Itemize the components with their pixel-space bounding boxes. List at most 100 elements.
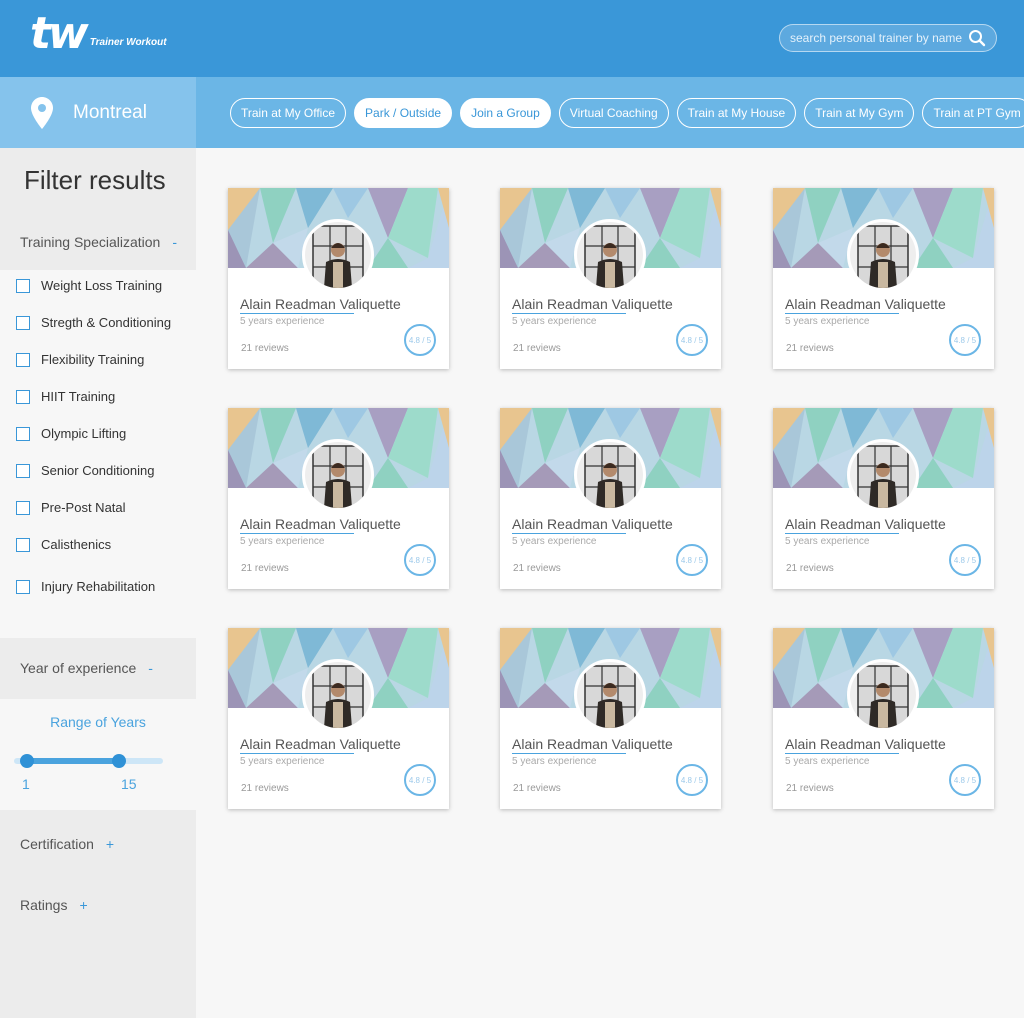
name-underline	[240, 533, 354, 534]
name-underline	[785, 533, 899, 534]
specialization-option[interactable]: Weight Loss Training	[16, 278, 162, 293]
trainer-card[interactable]: Alain Readman Valiquette 5 years experien…	[228, 408, 449, 589]
ratings-toggle[interactable]: +	[79, 897, 87, 913]
chip-join-a-group[interactable]: Join a Group	[460, 98, 551, 128]
trainer-name[interactable]: Alain Readman Valiquette	[785, 516, 946, 532]
range-min-value: 1	[22, 776, 30, 792]
trainer-name[interactable]: Alain Readman Valiquette	[512, 736, 673, 752]
specialization-label: HIIT Training	[41, 389, 116, 404]
specialization-option[interactable]: Olympic Lifting	[16, 426, 126, 441]
trainer-experience: 5 years experience	[512, 536, 597, 547]
ratings-heading: Ratings	[20, 897, 68, 913]
specialization-checkbox[interactable]	[16, 278, 30, 293]
trainer-card[interactable]: Alain Readman Valiquette 5 years experien…	[500, 628, 721, 809]
search-input[interactable]	[790, 31, 968, 45]
range-title: Range of Years	[50, 714, 146, 730]
trainer-card[interactable]: Alain Readman Valiquette 5 years experien…	[773, 408, 994, 589]
name-underline	[512, 533, 626, 534]
experience-header[interactable]: Year of experience -	[0, 658, 196, 678]
name-underline	[785, 753, 899, 754]
trainer-card[interactable]: Alain Readman Valiquette 5 years experien…	[228, 628, 449, 809]
trainer-avatar[interactable]	[847, 659, 919, 731]
range-max-handle[interactable]	[112, 754, 127, 768]
experience-range: Range of Years 1 15	[0, 699, 196, 810]
specialization-option[interactable]: Pre-Post Natal	[16, 500, 126, 515]
name-underline	[240, 753, 354, 754]
trainer-reviews[interactable]: 21 reviews	[786, 343, 834, 354]
trainer-card[interactable]: Alain Readman Valiquette 5 years experien…	[773, 188, 994, 369]
trainer-avatar[interactable]	[574, 659, 646, 731]
logo-text: Trainer Workout	[89, 37, 167, 48]
trainer-card[interactable]: Alain Readman Valiquette 5 years experien…	[500, 408, 721, 589]
specialization-checkbox[interactable]	[16, 389, 30, 404]
trainer-experience: 5 years experience	[785, 316, 870, 327]
trainer-avatar[interactable]	[847, 439, 919, 511]
specialization-checkbox[interactable]	[16, 500, 30, 515]
trainer-experience: 5 years experience	[785, 536, 870, 547]
trainer-avatar[interactable]	[302, 219, 374, 291]
chip-train-at-my-house[interactable]: Train at My House	[676, 98, 797, 128]
location-selector[interactable]: Montreal	[0, 77, 196, 148]
trainer-avatar[interactable]	[847, 219, 919, 291]
chip-train-at-my-office[interactable]: Train at My Office	[230, 98, 347, 128]
trainer-reviews[interactable]: 21 reviews	[241, 783, 289, 794]
trainer-rating-badge: 4.8 / 5	[949, 324, 981, 356]
trainer-name[interactable]: Alain Readman Valiquette	[512, 296, 673, 312]
certification-toggle[interactable]: +	[106, 836, 114, 852]
trainer-reviews[interactable]: 21 reviews	[513, 343, 561, 354]
trainer-rating-badge: 4.8 / 5	[676, 764, 708, 796]
certification-header[interactable]: Certification +	[0, 834, 196, 854]
logo[interactable]: tw Trainer Workout	[30, 12, 167, 56]
specialization-option[interactable]: HIIT Training	[16, 389, 115, 404]
ratings-header[interactable]: Ratings +	[0, 895, 196, 915]
trainer-avatar[interactable]	[574, 219, 646, 291]
trainer-name[interactable]: Alain Readman Valiquette	[240, 736, 401, 752]
trainer-card[interactable]: Alain Readman Valiquette 5 years experien…	[500, 188, 721, 369]
name-underline	[512, 753, 626, 754]
trainer-name[interactable]: Alain Readman Valiquette	[240, 296, 401, 312]
trainer-reviews[interactable]: 21 reviews	[241, 343, 289, 354]
trainer-name[interactable]: Alain Readman Valiquette	[240, 516, 401, 532]
trainer-card[interactable]: Alain Readman Valiquette 5 years experien…	[228, 188, 449, 369]
experience-toggle[interactable]: -	[148, 660, 153, 676]
filter-bar: Montreal Train at My Office Park / Outsid…	[0, 77, 1024, 148]
specialization-option[interactable]: Injury Rehabilitation	[16, 579, 155, 594]
trainer-avatar[interactable]	[574, 439, 646, 511]
specialization-option[interactable]: Stregth & Conditioning	[16, 315, 171, 330]
trainer-name[interactable]: Alain Readman Valiquette	[785, 736, 946, 752]
specialization-checkbox[interactable]	[16, 315, 30, 330]
trainer-avatar[interactable]	[302, 659, 374, 731]
trainer-name[interactable]: Alain Readman Valiquette	[785, 296, 946, 312]
chip-park-outside[interactable]: Park / Outside	[354, 98, 453, 128]
trainer-avatar[interactable]	[302, 439, 374, 511]
specialization-checkbox[interactable]	[16, 463, 30, 478]
range-min-handle[interactable]	[20, 754, 34, 768]
trainer-reviews[interactable]: 21 reviews	[786, 783, 834, 794]
specialization-option[interactable]: Calisthenics	[16, 537, 111, 552]
trainer-reviews[interactable]: 21 reviews	[513, 563, 561, 574]
specialization-label: Olympic Lifting	[41, 426, 127, 441]
specialization-checkbox[interactable]	[16, 426, 30, 441]
location-pin-icon	[31, 96, 53, 129]
search-icon[interactable]	[968, 29, 986, 47]
specialization-checkbox[interactable]	[16, 537, 30, 552]
trainer-reviews[interactable]: 21 reviews	[786, 563, 834, 574]
range-slider-track[interactable]	[14, 754, 163, 768]
specialization-option[interactable]: Senior Conditioning	[16, 463, 154, 478]
name-underline	[512, 313, 626, 314]
trainer-reviews[interactable]: 21 reviews	[241, 563, 289, 574]
trainer-rating-badge: 4.8 / 5	[404, 544, 436, 576]
specialization-checkbox[interactable]	[16, 352, 30, 367]
trainer-name[interactable]: Alain Readman Valiquette	[512, 516, 673, 532]
specialization-checkbox[interactable]	[16, 579, 30, 594]
specialization-label: Senior Conditioning	[41, 463, 155, 478]
chip-train-at-pt-gym[interactable]: Train at PT Gym	[922, 98, 1024, 128]
trainer-card[interactable]: Alain Readman Valiquette 5 years experien…	[773, 628, 994, 809]
specialization-option[interactable]: Flexibility Training	[16, 352, 144, 367]
specialization-toggle[interactable]: -	[172, 234, 177, 250]
chip-virtual-coaching[interactable]: Virtual Coaching	[558, 98, 669, 128]
specialization-header[interactable]: Training Specialization -	[0, 232, 196, 252]
chip-train-at-my-gym[interactable]: Train at My Gym	[804, 98, 915, 128]
trainer-reviews[interactable]: 21 reviews	[513, 783, 561, 794]
training-location-chips: Train at My Office Park / Outside Join a G…	[230, 98, 1024, 128]
